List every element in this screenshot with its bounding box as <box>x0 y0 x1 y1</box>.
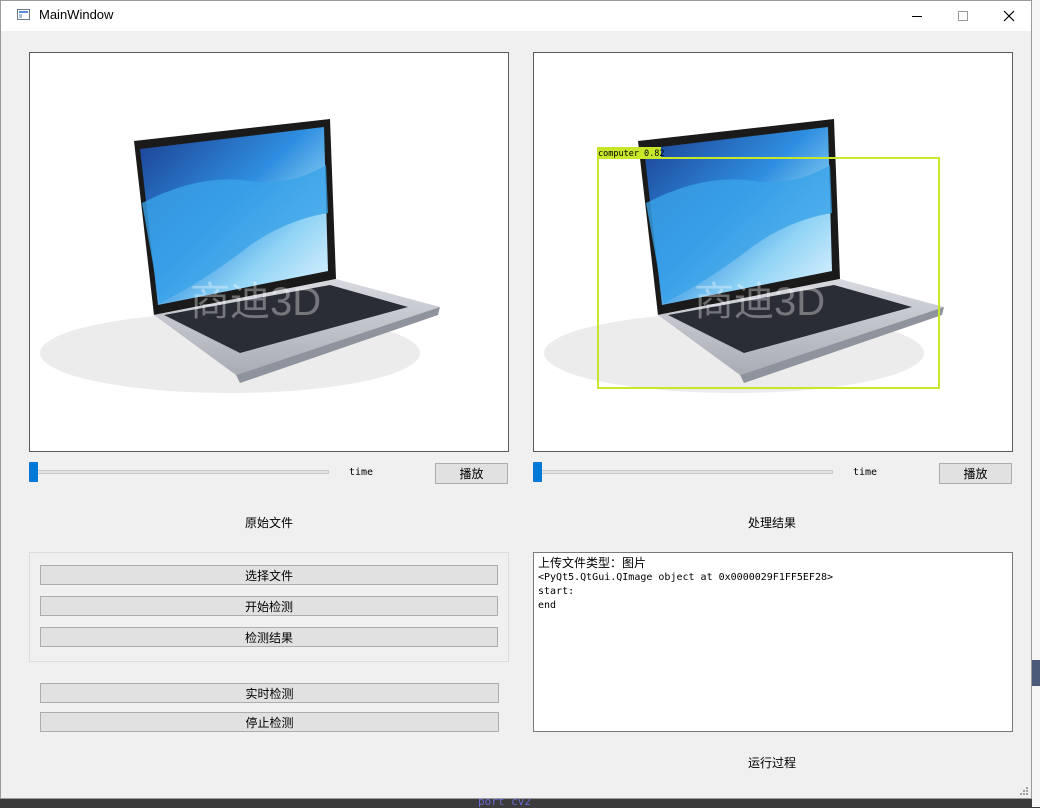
log-line: start: <box>538 586 575 597</box>
realtime-detect-button[interactable]: 实时检测 <box>40 683 499 703</box>
start-detect-button[interactable]: 开始检测 <box>40 596 498 616</box>
laptop-detection-image: 商迪3D computer 0.82 <box>544 119 944 393</box>
resize-grip-icon[interactable] <box>1019 786 1029 796</box>
desktop-background-accent <box>1032 660 1040 686</box>
result-caption: 处理结果 <box>747 516 796 530</box>
detection-label: computer 0.82 <box>598 149 665 159</box>
app-window-icon <box>17 9 30 20</box>
slider-track <box>533 470 833 474</box>
main-window: MainWindow 商迪3D 商迪3D computer 0.82 time … <box>0 0 1032 799</box>
slider-track <box>29 470 329 474</box>
log-line: 上传文件类型：图片 <box>538 556 647 570</box>
window-title: MainWindow <box>39 7 114 22</box>
original-play-button[interactable]: 播放 <box>435 463 508 484</box>
maximize-icon <box>958 11 968 21</box>
select-file-button[interactable]: 选择文件 <box>40 565 498 585</box>
original-file-caption: 原始文件 <box>244 516 293 530</box>
slider-handle[interactable] <box>533 462 542 482</box>
maximize-button[interactable] <box>940 1 986 31</box>
result-play-button[interactable]: 播放 <box>939 463 1012 484</box>
log-output[interactable]: 上传文件类型：图片 <PyQt5.QtGui.QImage object at … <box>533 552 1013 732</box>
result-time-slider[interactable] <box>533 462 833 482</box>
original-image-view: 商迪3D <box>29 52 509 452</box>
minimize-button[interactable] <box>894 1 940 31</box>
process-caption: 运行过程 <box>747 756 796 770</box>
detect-result-button[interactable]: 检测结果 <box>40 627 498 647</box>
result-image-view: 商迪3D computer 0.82 <box>533 52 1013 452</box>
stop-detect-button[interactable]: 停止检测 <box>40 712 499 732</box>
log-line: <PyQt5.QtGui.QImage object at 0x0000029F… <box>538 572 834 583</box>
original-time-slider[interactable] <box>29 462 329 482</box>
laptop-image: 商迪3D <box>40 119 440 393</box>
title-bar[interactable]: MainWindow <box>1 1 1031 31</box>
close-icon <box>1003 10 1015 22</box>
svg-text:商迪3D: 商迪3D <box>190 280 321 324</box>
log-line: end <box>538 600 557 611</box>
result-time-label: time <box>853 467 878 478</box>
slider-handle[interactable] <box>29 462 38 482</box>
minimize-icon <box>912 16 922 17</box>
close-button[interactable] <box>986 1 1032 31</box>
svg-text:商迪3D: 商迪3D <box>694 280 825 324</box>
original-time-label: time <box>349 467 374 478</box>
